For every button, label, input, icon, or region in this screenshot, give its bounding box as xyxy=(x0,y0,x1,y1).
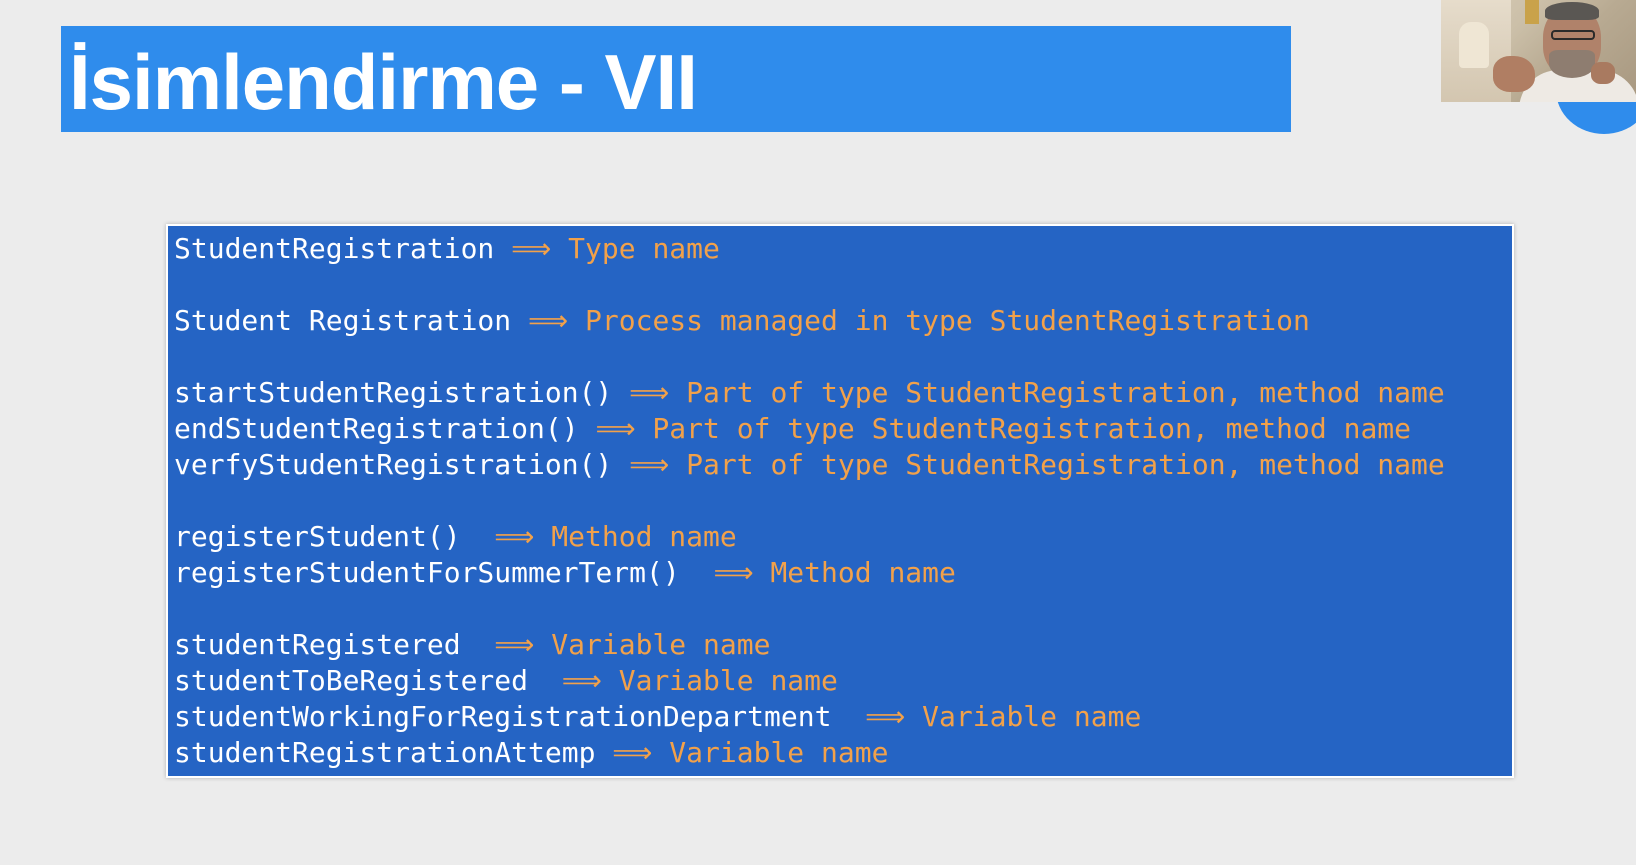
code-identifier: studentRegistered xyxy=(174,628,495,661)
implies-arrow-icon: ⟹ xyxy=(494,520,535,553)
code-line: verfyStudentRegistration() ⟹ Part of typ… xyxy=(168,447,1512,483)
implies-arrow-icon: ⟹ xyxy=(561,664,602,697)
code-description: Method name xyxy=(753,556,956,589)
code-description: Part of type StudentRegistration, method… xyxy=(669,448,1445,481)
code-line: registerStudent() ⟹ Method name xyxy=(168,519,1512,555)
code-description: Type name xyxy=(551,232,720,265)
code-identifier: studentWorkingForRegistrationDepartment xyxy=(174,700,866,733)
code-identifier: Student Registration xyxy=(174,304,529,337)
implies-arrow-icon: ⟹ xyxy=(595,412,636,445)
code-identifier: studentToBeRegistered xyxy=(174,664,562,697)
code-description: Variable name xyxy=(601,664,838,697)
implies-arrow-icon: ⟹ xyxy=(713,556,754,589)
code-description: Variable name xyxy=(534,628,771,661)
webcam-picture-frame xyxy=(1525,0,1539,24)
implies-arrow-icon: ⟹ xyxy=(528,304,569,337)
code-description: Process managed in type StudentRegistrat… xyxy=(568,304,1310,337)
code-line: registerStudentForSummerTerm() ⟹ Method … xyxy=(168,555,1512,591)
code-line: studentRegistered ⟹ Variable name xyxy=(168,627,1512,663)
presenter-hand xyxy=(1493,56,1535,92)
code-identifier: verfyStudentRegistration() xyxy=(174,448,630,481)
presenter-glasses xyxy=(1551,30,1595,40)
code-description: Variable name xyxy=(652,736,889,769)
slide-title-bar: İsimlendirme - VII xyxy=(61,26,1291,132)
code-description: Method name xyxy=(534,520,737,553)
code-line: StudentRegistration ⟹ Type name xyxy=(168,231,1512,267)
presenter-hair xyxy=(1545,2,1599,20)
code-identifier: StudentRegistration xyxy=(174,232,512,265)
code-identifier: endStudentRegistration() xyxy=(174,412,596,445)
implies-arrow-icon: ⟹ xyxy=(511,232,552,265)
slide-title: İsimlendirme - VII xyxy=(69,37,698,126)
presenter-hand-right xyxy=(1591,62,1615,84)
presenter-beard xyxy=(1549,50,1595,78)
code-line: studentRegistrationAttemp ⟹ Variable nam… xyxy=(168,735,1512,771)
code-description: Part of type StudentRegistration, method… xyxy=(669,376,1445,409)
code-identifier: registerStudentForSummerTerm() xyxy=(174,556,714,589)
code-identifier: studentRegistrationAttemp xyxy=(174,736,613,769)
implies-arrow-icon: ⟹ xyxy=(629,448,670,481)
code-description: Part of type StudentRegistration, method… xyxy=(635,412,1412,445)
implies-arrow-icon: ⟹ xyxy=(612,736,653,769)
code-line: studentWorkingForRegistrationDepartment … xyxy=(168,699,1512,735)
code-line: startStudentRegistration() ⟹ Part of typ… xyxy=(168,375,1512,411)
implies-arrow-icon: ⟹ xyxy=(865,700,906,733)
code-description: Variable name xyxy=(905,700,1142,733)
presenter-webcam xyxy=(1441,0,1636,102)
implies-arrow-icon: ⟹ xyxy=(629,376,670,409)
code-line: studentToBeRegistered ⟹ Variable name xyxy=(168,663,1512,699)
code-panel: StudentRegistration ⟹ Type name Student R… xyxy=(166,224,1514,778)
implies-arrow-icon: ⟹ xyxy=(494,628,535,661)
webcam-lamp xyxy=(1459,22,1489,68)
code-identifier: registerStudent() xyxy=(174,520,495,553)
code-line: endStudentRegistration() ⟹ Part of type … xyxy=(168,411,1512,447)
code-line: Student Registration ⟹ Process managed i… xyxy=(168,303,1512,339)
code-identifier: startStudentRegistration() xyxy=(174,376,630,409)
